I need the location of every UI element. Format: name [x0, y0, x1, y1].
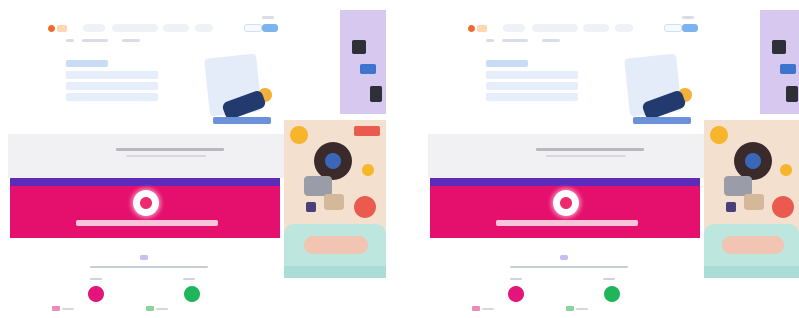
lock-icon: [304, 176, 332, 196]
legend-label: [576, 308, 588, 310]
banner-text: [76, 220, 218, 226]
collage-footer: [284, 266, 386, 278]
banner-badge-icon: [553, 190, 579, 216]
collage-block: [324, 194, 344, 210]
nav-item-1[interactable]: [503, 24, 525, 32]
collage-device: [370, 86, 382, 102]
hero-text-line: [486, 82, 578, 90]
section-caption: [90, 266, 208, 268]
legend-label: [62, 308, 74, 310]
banner-text: [496, 220, 638, 226]
feature-banner: [10, 186, 280, 238]
nav-item-4[interactable]: [615, 24, 633, 32]
tab-bar[interactable]: [430, 178, 700, 186]
illustration-base: [213, 117, 271, 124]
primary-button[interactable]: [682, 24, 698, 32]
emoji-icon: [780, 164, 792, 176]
legend-label: [482, 308, 494, 310]
collage-block: [744, 194, 764, 210]
collage-block: [306, 202, 316, 212]
eye-icon: [314, 142, 352, 180]
logo-mark: [57, 25, 67, 32]
eye-icon: [354, 196, 376, 218]
nav-item-3[interactable]: [583, 24, 609, 32]
collage-hands: [304, 236, 368, 254]
nav-item-2[interactable]: [112, 24, 158, 32]
logo-icon[interactable]: [468, 25, 475, 32]
top-link[interactable]: [262, 16, 274, 19]
top-link[interactable]: [682, 16, 694, 19]
breadcrumb[interactable]: [66, 39, 74, 42]
collage-device: [786, 86, 798, 102]
section-header: [428, 134, 706, 178]
hero-text-line: [66, 82, 158, 90]
section-icon: [140, 255, 148, 260]
section-caption: [510, 266, 628, 268]
eye-icon: [772, 196, 794, 218]
collage-card-bottom: [284, 120, 386, 278]
breadcrumb[interactable]: [486, 39, 494, 42]
emoji-icon: [362, 164, 374, 176]
tab-bar[interactable]: [10, 178, 280, 186]
hero-text-line: [486, 71, 578, 79]
eye-icon: [734, 142, 772, 180]
section-icon: [560, 255, 568, 260]
breadcrumb-item[interactable]: [122, 39, 140, 42]
page-view-left: [0, 0, 386, 318]
section-heading-bar: [116, 148, 224, 151]
page-view-right: [420, 0, 799, 318]
hero-title: [66, 60, 108, 67]
emoji-icon: [710, 126, 728, 144]
collage-device: [772, 40, 786, 54]
collage-chip: [360, 64, 376, 74]
illustration-base: [633, 117, 691, 124]
legend-swatch: [146, 306, 154, 311]
lock-icon: [724, 176, 752, 196]
section-header: [8, 134, 286, 178]
section-heading-bar: [536, 148, 644, 151]
nav-item-2[interactable]: [532, 24, 578, 32]
breadcrumb-item[interactable]: [502, 39, 528, 42]
logo-mark: [477, 25, 487, 32]
stat-label: [510, 278, 522, 280]
hero-text-line: [66, 71, 158, 79]
ring-chart-icon: [184, 286, 200, 302]
secondary-button[interactable]: [664, 24, 682, 32]
hero-text-line: [486, 93, 578, 101]
collage-tag: [354, 126, 380, 136]
feature-banner: [430, 186, 700, 238]
banner-badge-icon: [133, 190, 159, 216]
collage-footer: [704, 266, 799, 278]
section-subtext: [546, 155, 626, 157]
breadcrumb-item[interactable]: [542, 39, 560, 42]
stat-label: [603, 278, 615, 280]
collage-card-top: [340, 10, 386, 114]
primary-button[interactable]: [262, 24, 278, 32]
hero-title: [486, 60, 528, 67]
stat-label: [90, 278, 102, 280]
ring-chart-icon: [604, 286, 620, 302]
section-subtext: [126, 155, 206, 157]
legend-swatch: [566, 306, 574, 311]
collage-block: [726, 202, 736, 212]
stat-label: [183, 278, 195, 280]
nav-item-1[interactable]: [83, 24, 105, 32]
nav-item-4[interactable]: [195, 24, 213, 32]
hero-text-line: [66, 93, 158, 101]
ring-chart-icon: [88, 286, 104, 302]
breadcrumb-item[interactable]: [82, 39, 108, 42]
secondary-button[interactable]: [244, 24, 262, 32]
collage-card-top: [760, 10, 799, 114]
legend-swatch: [52, 306, 60, 311]
collage-chip: [780, 64, 796, 74]
collage-device: [352, 40, 366, 54]
logo-icon[interactable]: [48, 25, 55, 32]
legend-swatch: [472, 306, 480, 311]
collage-hands: [722, 236, 784, 254]
collage-card-bottom: [704, 120, 799, 278]
nav-item-3[interactable]: [163, 24, 189, 32]
ring-chart-icon: [508, 286, 524, 302]
emoji-icon: [290, 126, 308, 144]
legend-label: [156, 308, 168, 310]
